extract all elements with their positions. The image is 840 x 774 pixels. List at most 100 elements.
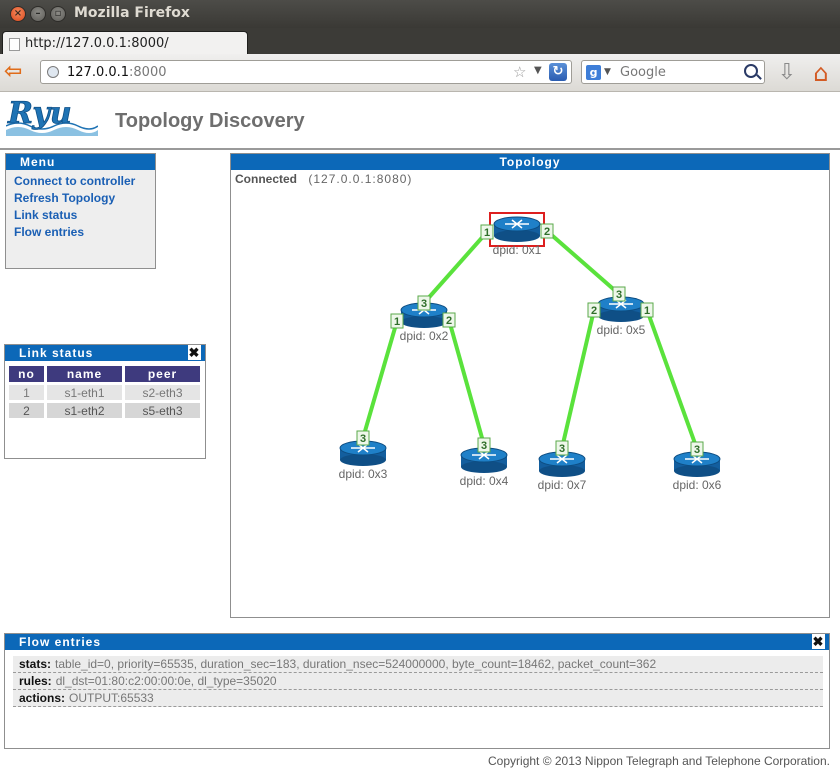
flow-value: OUTPUT:65533 [69,691,154,705]
switch-icon[interactable] [494,230,540,242]
menu-list: Connect to controller Refresh Topology L… [6,170,155,241]
history-dropdown-icon[interactable]: ▼ [534,65,542,76]
port-number: 3 [616,289,622,301]
flow-entries-panel[interactable]: Flow entries ✖ stats: table_id=0, priorit… [4,633,830,749]
topology-link [560,309,596,449]
url-port: :8000 [129,65,167,80]
port-number: 3 [360,433,366,445]
menu-item-flow-entries[interactable]: Flow entries [6,224,155,241]
flow-entries-list: stats: table_id=0, priority=65535, durati… [5,650,829,707]
search-icon[interactable] [744,64,758,78]
bookmark-star-icon[interactable]: ☆ [513,63,526,81]
menu-panel: Menu Connect to controller Refresh Topol… [5,153,156,269]
cell-no: 1 [9,385,44,400]
column-header-peer: peer [125,366,200,382]
switch-icon[interactable] [539,465,585,477]
topology-link [361,320,399,439]
cell-peer: s2-eth3 [125,385,200,400]
port-number: 1 [394,316,400,328]
port-number: 2 [446,315,452,327]
home-icon: ⌂ [813,59,829,87]
menu-panel-title: Menu [6,154,155,170]
menu-item-connect[interactable]: Connect to controller [6,173,155,190]
cell-name: s1-eth2 [47,403,122,418]
flow-entries-close-icon[interactable]: ✖ [812,634,825,649]
page-icon [9,38,20,51]
search-engine-icon[interactable]: g [586,65,601,80]
window-close-button[interactable]: × [10,6,26,22]
flow-key: stats: [19,657,52,671]
flow-row-rules: rules: dl_dst=01:80:c2:00:00:0e, dl_type=… [13,673,823,690]
window-maximize-button[interactable]: ▫ [50,6,66,22]
ryu-logo: Ryu [6,96,98,136]
link-status-panel[interactable]: Link status ✖ no name peer 1 s1-eth1 s2-… [4,344,206,459]
cell-no: 2 [9,403,44,418]
flow-entries-title-text: Flow entries [19,635,102,649]
flow-value: table_id=0, priority=65535, duration_sec… [55,657,657,671]
flow-value: dl_dst=01:80:c2:00:00:0e, dl_type=35020 [55,674,277,688]
home-button[interactable]: ⌂ [808,60,834,86]
close-icon: × [13,8,23,19]
switch-label: dpid: 0x6 [673,478,722,492]
window-minimize-button[interactable]: – [30,6,46,22]
maximize-icon: ▫ [54,8,62,19]
tab-strip: http://127.0.0.1:8000/ ✚ [0,28,840,80]
page-header: Ryu Topology Discovery [0,92,840,150]
switch-icon[interactable] [461,461,507,473]
topology-canvas[interactable]: dpid: 0x11 2dpid: 0x2132dpid: 0x5231dpid:… [231,154,829,617]
window-titlebar: × – ▫ Mozilla Firefox [0,0,840,28]
port-number: 3 [481,440,487,452]
port-number: 2 [591,305,597,317]
topology-link [447,319,486,446]
port-number: 3 [694,444,700,456]
port-number: 2 [544,226,550,238]
topology-link [422,230,489,305]
switch-icon[interactable] [401,316,447,328]
minimize-icon: – [35,8,41,19]
cell-peer: s5-eth3 [125,403,200,418]
downloads-button[interactable]: ⇩ [776,62,798,84]
switch-label: dpid: 0x4 [460,474,509,488]
copyright-footer: Copyright © 2013 Nippon Telegraph and Te… [488,754,830,768]
column-header-no: no [9,366,44,382]
switch-icon[interactable] [340,454,386,466]
engine-dropdown-icon[interactable]: ▼ [604,67,611,77]
topology-link [545,229,621,296]
search-input[interactable]: Google [620,65,666,80]
link-status-title-text: Link status [19,346,94,360]
switch-label: dpid: 0x7 [538,478,587,492]
table-row: 2 s1-eth2 s5-eth3 [9,403,200,418]
menu-item-refresh-topology[interactable]: Refresh Topology [6,190,155,207]
link-status-close-icon[interactable]: ✖ [188,345,201,360]
flow-entries-title[interactable]: Flow entries ✖ [5,634,829,650]
url-host: 127.0.0.1 [67,65,130,80]
link-status-table: no name peer 1 s1-eth1 s2-eth3 2 s1-eth2… [6,363,203,421]
port-number: 3 [559,443,565,455]
topology-panel: Topology Connected (127.0.0.1:8080) dpid… [230,153,830,618]
menu-item-link-status[interactable]: Link status [6,207,155,224]
url-text[interactable]: 127.0.0.1:8000 [67,65,167,80]
tab-label: http://127.0.0.1:8000/ [25,36,169,51]
port-number: 3 [421,298,427,310]
window-title: Mozilla Firefox [74,5,190,21]
cell-name: s1-eth1 [47,385,122,400]
browser-tab[interactable]: http://127.0.0.1:8000/ [2,31,248,55]
url-bar[interactable]: 127.0.0.1:8000 ☆ ▼ ↻ [40,60,572,84]
topology-link [645,309,699,450]
column-header-name: name [47,366,122,382]
switch-label: dpid: 0x5 [597,323,646,337]
search-bar[interactable]: g ▼ Google [581,60,765,84]
port-number: 1 [644,305,650,317]
table-header-row: no name peer [9,366,200,382]
back-button[interactable]: ⇦ [4,61,30,84]
link-status-title[interactable]: Link status ✖ [5,345,205,361]
switch-label: dpid: 0x1 [493,243,542,257]
site-identity-icon[interactable] [47,66,59,78]
switch-label: dpid: 0x3 [339,467,388,481]
navigation-toolbar: ⇦ 127.0.0.1:8000 ☆ ▼ ↻ g ▼ Google ⇩ ⌂ [0,54,840,92]
switch-icon[interactable] [674,465,720,477]
switch-icon[interactable] [598,310,644,322]
page-title: Topology Discovery [115,110,305,132]
download-arrow-icon: ⇩ [777,60,797,85]
reload-button[interactable]: ↻ [549,63,567,81]
